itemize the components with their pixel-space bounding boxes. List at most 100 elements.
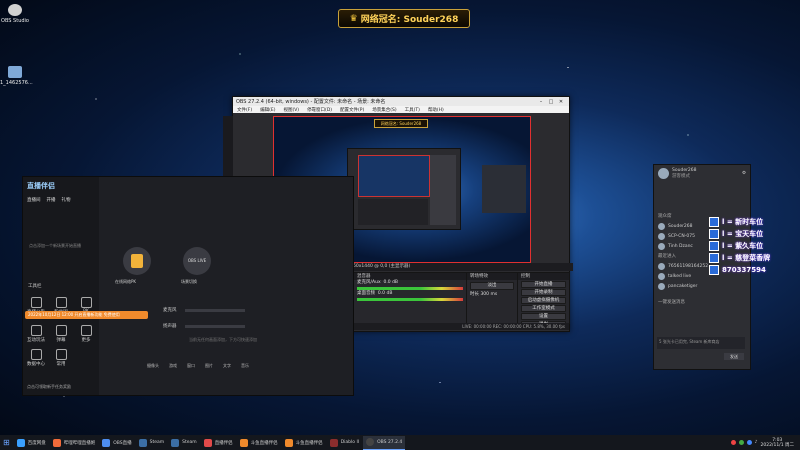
menu-scene-collection[interactable]: 场景集合(S) bbox=[372, 107, 396, 113]
menu-file[interactable]: 文件(F) bbox=[237, 107, 252, 113]
tool-interactive[interactable]: 互动玩法 bbox=[25, 325, 47, 343]
gear-icon[interactable]: ⚙ bbox=[742, 171, 750, 176]
taskbar-item-1[interactable]: 哔哩哔哩直播姬 bbox=[50, 436, 99, 449]
mic-slider[interactable] bbox=[185, 309, 245, 312]
star-icon bbox=[55, 349, 67, 360]
menu-edit[interactable]: 编辑(E) bbox=[260, 107, 275, 113]
tab-gift[interactable]: 礼物 bbox=[62, 197, 71, 203]
obs-titlebar[interactable]: OBS 27.2.4 (64-bit, windows) - 配置文件: 未命名… bbox=[233, 97, 569, 106]
preview-nested-panel bbox=[430, 155, 456, 225]
overlay-tag-1: l = 宝天车位 bbox=[709, 228, 797, 240]
overlay-tag-2: l = 紫久车位 bbox=[709, 240, 797, 252]
tray-icon[interactable] bbox=[738, 440, 744, 445]
avatar bbox=[658, 272, 665, 280]
menu-view[interactable]: 视图(V) bbox=[283, 107, 299, 113]
minimize-icon[interactable]: – bbox=[536, 99, 546, 105]
obs-icon bbox=[366, 438, 375, 446]
taskbar-item-2[interactable]: OBS直播 bbox=[99, 436, 134, 449]
menu-docks[interactable]: 停靠窗口(D) bbox=[307, 107, 332, 113]
chat-username: Souder268 bbox=[672, 167, 697, 173]
phone-icon bbox=[709, 265, 719, 275]
menu-profile[interactable]: 配置文件(P) bbox=[340, 107, 364, 113]
pk-icon bbox=[80, 297, 92, 308]
streaming-companion-window[interactable]: 直播伴侣 直播间 开播 礼物 点击添加一个新场景开始直播 工具栏 直播公告 粉丝… bbox=[22, 176, 354, 396]
tool-danmaku[interactable]: 弹幕 bbox=[50, 325, 72, 343]
avatar bbox=[658, 242, 665, 250]
steam-icon bbox=[171, 438, 180, 447]
tool-data-center[interactable]: 数据中心 bbox=[25, 349, 47, 367]
start-streaming-button[interactable]: 开始直播 bbox=[521, 281, 566, 288]
obs-menubar: 文件(F) 编辑(E) 视图(V) 停靠窗口(D) 配置文件(P) 场景集合(S… bbox=[233, 106, 569, 113]
system-tray: ♪ 7:03 2022/11/1 周二 bbox=[730, 438, 800, 448]
speaker-icon[interactable]: ♪ bbox=[755, 440, 758, 445]
app-icon bbox=[102, 438, 111, 447]
taskbar-item-8[interactable]: Diablo II bbox=[327, 436, 362, 449]
scene-a-label: 在线网络PK bbox=[115, 279, 137, 284]
tray-icon[interactable] bbox=[730, 440, 736, 445]
avatar bbox=[658, 282, 665, 290]
scene-circle-a[interactable] bbox=[123, 247, 151, 275]
settings-button[interactable]: 设置 bbox=[521, 313, 566, 320]
quick-add-camera[interactable]: 摄像头 bbox=[147, 363, 159, 369]
virtual-camera-button[interactable]: 启动虚拟摄像机 bbox=[521, 297, 566, 304]
megaphone-icon bbox=[30, 297, 42, 308]
quick-add-music[interactable]: 音乐 bbox=[241, 363, 249, 369]
bottom-promo[interactable]: 点击可领取新手任务奖励 bbox=[27, 384, 71, 390]
menu-tools[interactable]: 工具(T) bbox=[405, 107, 420, 113]
mixer-channel-1: 桌面音频 0.0 dB bbox=[357, 291, 393, 296]
tab-room[interactable]: 直播间 bbox=[27, 197, 41, 203]
overlay-tag-0: l = 新时车位 bbox=[709, 216, 797, 228]
mic-label: 麦克风 bbox=[163, 308, 177, 313]
duration-row: 时长 300 ms bbox=[470, 292, 498, 297]
cloud-icon bbox=[16, 438, 25, 447]
preview-chat-copy bbox=[482, 165, 526, 213]
file-icon bbox=[8, 66, 22, 78]
taskbar-item-6[interactable]: 斗鱼直播伴侣 bbox=[237, 436, 281, 449]
start-icon[interactable]: ⊞ bbox=[0, 436, 13, 449]
taskbar-item-0[interactable]: 百度网盘 bbox=[14, 436, 49, 449]
speaker-slider[interactable] bbox=[185, 325, 245, 328]
overlay-tag-4: 870337594 bbox=[709, 264, 797, 276]
tool-common[interactable]: 常用 bbox=[50, 349, 72, 367]
studio-mode-button[interactable]: 工作室模式 bbox=[521, 305, 566, 312]
sponsor-banner: ♛ 网络冠名: Souder268 bbox=[338, 9, 470, 28]
send-button[interactable]: 发送 bbox=[724, 353, 744, 360]
checkbox-icon bbox=[709, 253, 719, 263]
more-icon bbox=[80, 325, 92, 336]
quick-add-window[interactable]: 窗口 bbox=[187, 363, 195, 369]
scene-circle-c[interactable]: OBS LIVE bbox=[183, 247, 211, 275]
tool-more[interactable]: 更多 bbox=[75, 325, 97, 343]
quick-add-text[interactable]: 文字 bbox=[223, 363, 231, 369]
quick-add-image[interactable]: 图片 bbox=[205, 363, 213, 369]
avatar[interactable] bbox=[658, 167, 669, 179]
app-icon bbox=[239, 438, 248, 447]
app-icon bbox=[284, 438, 293, 447]
transition-select[interactable]: 淡出 bbox=[470, 282, 514, 290]
checkbox-icon bbox=[709, 217, 719, 227]
menu-help[interactable]: 帮助(H) bbox=[428, 107, 444, 113]
maximize-icon[interactable]: □ bbox=[546, 99, 556, 105]
gift-title: 一键发送消息 bbox=[658, 300, 685, 305]
taskbar-item-4[interactable]: Steam bbox=[168, 436, 200, 449]
desktop-icon-file[interactable]: 1_1462576... bbox=[0, 66, 33, 86]
mixer-meter-0 bbox=[357, 287, 463, 290]
preview-nested-docks bbox=[358, 199, 428, 225]
start-recording-button[interactable]: 开始录制 bbox=[521, 289, 566, 296]
tray-icon[interactable] bbox=[746, 440, 752, 445]
transition-title: 转场特效 bbox=[467, 273, 517, 280]
taskbar-item-7[interactable]: 斗鱼直播伴侣 bbox=[282, 436, 326, 449]
close-icon[interactable]: ✕ bbox=[556, 99, 566, 105]
quick-add-game[interactable]: 游戏 bbox=[169, 363, 177, 369]
tab-live[interactable]: 开播 bbox=[47, 197, 56, 203]
promo-banner[interactable]: 2022年10月12日 12:00 开启直播新功能 免费使用 bbox=[25, 311, 148, 319]
desktop-icon-obs[interactable]: OBS Studio bbox=[0, 4, 30, 24]
mixer-title: 混音器 bbox=[354, 273, 466, 280]
app-icon bbox=[203, 438, 212, 447]
footer-hint: 当前无任何画面添加，下方可快速添加 bbox=[189, 337, 257, 342]
taskbar-item-9[interactable]: OBS 27.2.4 bbox=[363, 435, 406, 450]
taskbar-item-3[interactable]: Steam bbox=[136, 436, 168, 449]
taskbar-item-5[interactable]: 直播伴侣 bbox=[201, 436, 236, 449]
chat-input[interactable]: 5 张光卡已用完, Steam 新库商店 bbox=[657, 337, 745, 349]
clock[interactable]: 7:03 2022/11/1 周二 bbox=[760, 438, 794, 448]
mixer-meter-1 bbox=[357, 298, 463, 301]
